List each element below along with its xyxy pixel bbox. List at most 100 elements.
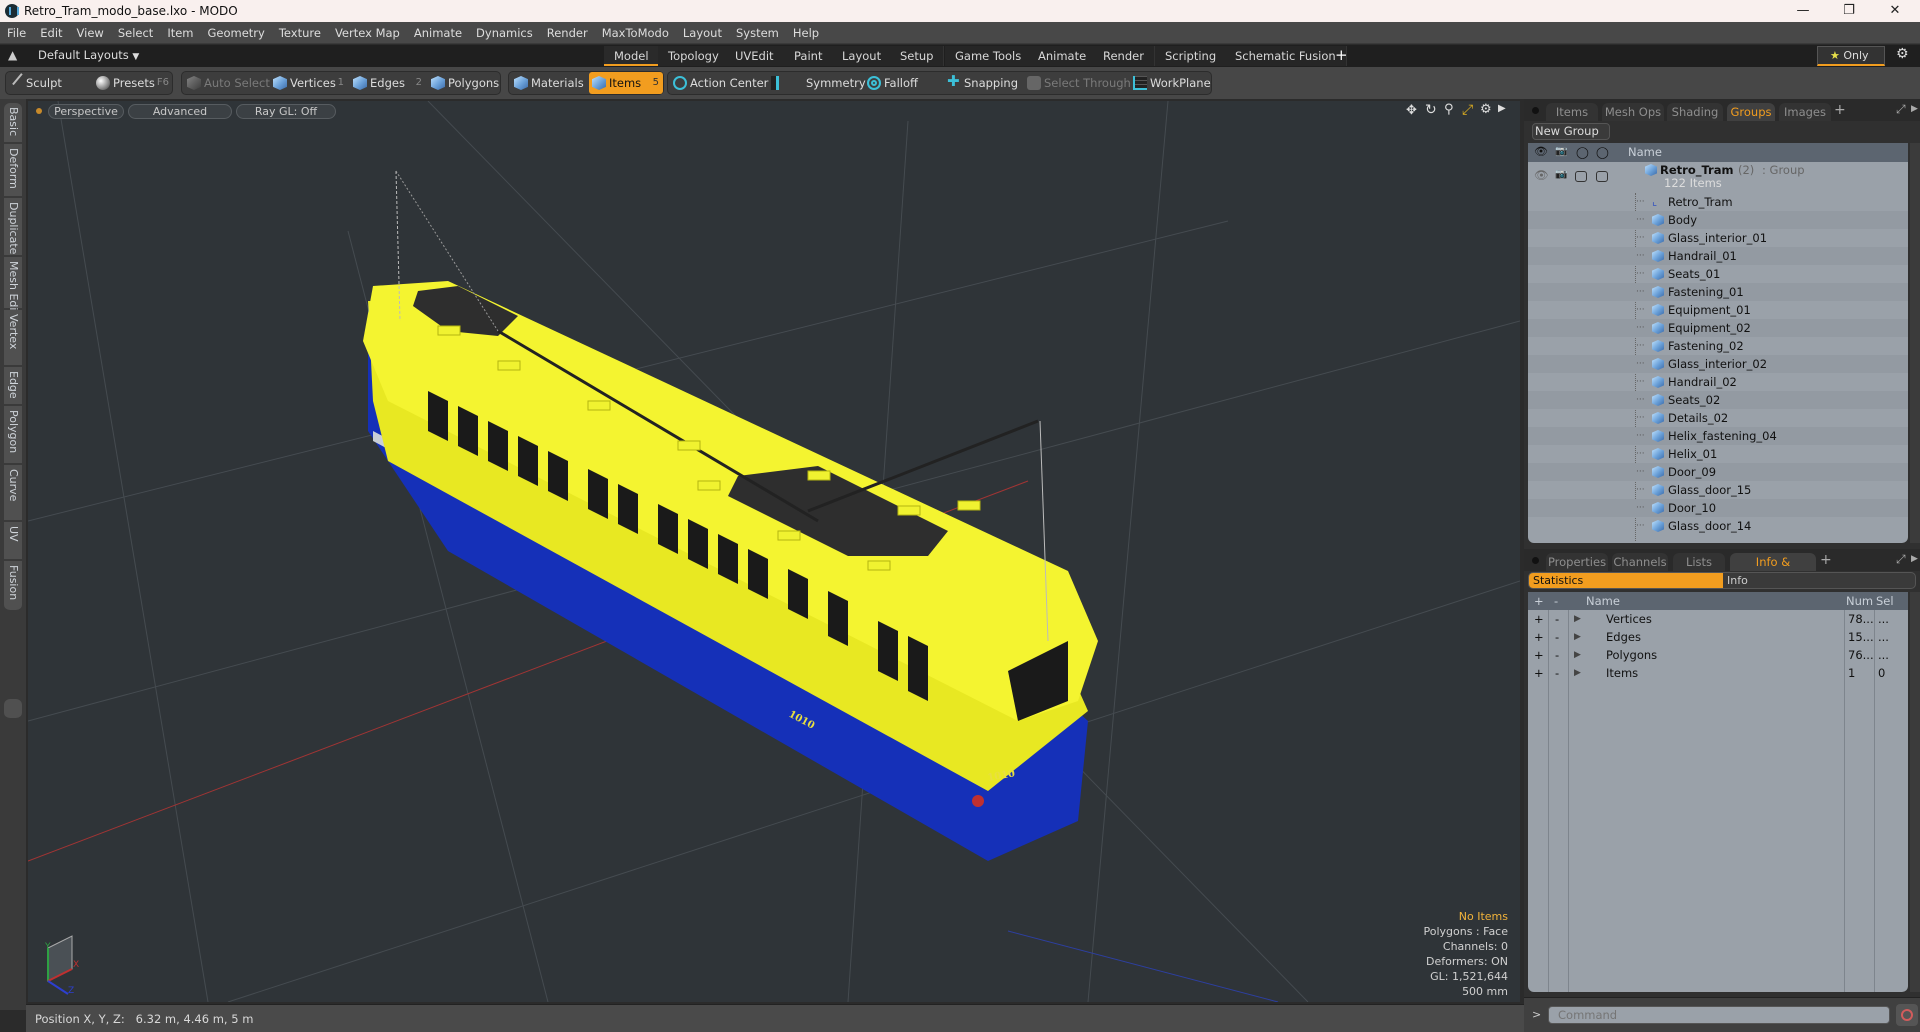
action-center-button[interactable]: Action Center [670, 72, 768, 94]
group-item-row[interactable]: ··· Seats_01 [1528, 265, 1908, 283]
subtab-statistics[interactable]: Statistics [1529, 573, 1723, 588]
tab-animate[interactable]: Animate [1028, 46, 1098, 66]
pan-icon[interactable]: ✥ [1406, 103, 1417, 118]
group-item-row[interactable]: ··· Door_09 [1528, 463, 1908, 481]
panel-arrow-icon[interactable]: ▶ [1911, 104, 1918, 114]
new-group-button[interactable]: New Group [1532, 123, 1610, 140]
group-item-row[interactable]: ··· Equipment_01 [1528, 301, 1908, 319]
minimize-button[interactable]: — [1780, 0, 1826, 22]
group-item-row[interactable]: ··· Glass_door_14 [1528, 517, 1908, 535]
expand-row-button[interactable]: + [1534, 610, 1544, 628]
shading-mode-button[interactable]: Advanced [128, 104, 232, 119]
close-button[interactable]: ✕ [1872, 0, 1918, 22]
vtab-duplicate[interactable]: Duplicate [4, 198, 22, 256]
collapse-row-button[interactable]: - [1555, 646, 1559, 664]
subtab-info[interactable]: Info [1727, 573, 1748, 588]
rotate-icon[interactable]: ↻ [1425, 102, 1437, 118]
items-button[interactable]: Items 5 [589, 72, 663, 94]
render-toggle-icon[interactable]: 📷 [1555, 166, 1567, 184]
add-panel-tab-button[interactable]: + [1820, 552, 1832, 568]
vtab-deform[interactable]: Deform [4, 144, 22, 197]
expand-arrow-icon[interactable]: ▶ [1498, 103, 1506, 114]
3d-viewport[interactable]: 1010 1010 Y X Z Perspective Advanced Ray… [28, 101, 1520, 1002]
expand-triangle-icon[interactable]: ▶ [1574, 628, 1581, 646]
layout-up-icon[interactable]: ▲ [8, 48, 17, 62]
vtab-fusion[interactable]: Fusion [4, 561, 22, 611]
group-item-row[interactable]: ··· Details_02 [1528, 409, 1908, 427]
tab-properties[interactable]: Properties [1546, 553, 1608, 571]
vtab-basic[interactable]: Basic [4, 103, 22, 143]
tab-scripting[interactable]: Scripting [1155, 46, 1228, 66]
raygl-button[interactable]: Ray GL: Off [236, 104, 336, 119]
visibility-toggle-icon[interactable]: 👁 [1534, 166, 1549, 184]
menu-vertex-map[interactable]: Vertex Map [328, 22, 407, 44]
command-input[interactable] [1548, 1006, 1890, 1024]
select-checkbox[interactable] [1596, 171, 1608, 182]
tab-layout[interactable]: Layout [832, 46, 893, 66]
stats-row[interactable]: + - Vertices 78...... ▶ [1528, 610, 1908, 628]
collapse-row-button[interactable]: - [1555, 664, 1559, 682]
menu-animate[interactable]: Animate [407, 22, 469, 44]
viewport-gear-icon[interactable]: ⚙ [1480, 102, 1492, 117]
vtab-edge[interactable]: Edge [4, 367, 22, 405]
group-item-row[interactable]: ··· Glass_door_15 [1528, 481, 1908, 499]
tab-info-statistics[interactable]: Info & Statistics [1730, 553, 1816, 587]
select-through-button[interactable]: Select Through [1024, 72, 1131, 94]
tab-channels[interactable]: Channels [1612, 553, 1668, 571]
tab-items[interactable]: Items [1546, 103, 1598, 121]
expand-row-button[interactable]: + [1534, 664, 1544, 682]
polygons-button[interactable]: Polygons [428, 72, 500, 94]
presets-button[interactable]: Presets F6 [93, 72, 173, 94]
tab-lists[interactable]: Lists [1673, 553, 1725, 571]
lock-checkbox[interactable] [1575, 171, 1587, 182]
vtab-mesh-edit[interactable]: Mesh Edit [4, 257, 22, 315]
edges-button[interactable]: Edges 2 [350, 72, 426, 94]
default-layouts-dropdown[interactable]: Default Layouts ▼ [38, 48, 139, 62]
vtab-uv[interactable]: UV [4, 522, 22, 560]
tab-game-tools[interactable]: Game Tools [945, 46, 1033, 66]
expand-row-button[interactable]: + [1534, 646, 1544, 664]
add-panel-tab-button[interactable]: + [1834, 102, 1846, 118]
group-row-retro-tram[interactable]: 👁 📷 Retro_Tram (2) : Group 122 Items [1528, 162, 1908, 192]
expand-triangle-icon[interactable]: ▶ [1574, 664, 1581, 682]
tab-render[interactable]: Render [1093, 46, 1155, 66]
vtab-polygon[interactable]: Polygon [4, 406, 22, 464]
menu-help[interactable]: Help [786, 22, 826, 44]
tab-uvedit[interactable]: UVEdit [725, 46, 785, 66]
tab-model[interactable]: Model [604, 46, 660, 66]
collapse-row-button[interactable]: - [1555, 628, 1559, 646]
stats-scrollbar[interactable] [1910, 592, 1920, 992]
tab-images[interactable]: Images [1779, 103, 1831, 121]
viewport-options-icon[interactable] [36, 108, 42, 114]
zoom-icon[interactable]: ⚲ [1444, 102, 1454, 117]
panel-menu-icon[interactable] [1532, 557, 1539, 564]
expand-all-header[interactable]: + [1534, 592, 1544, 610]
menu-file[interactable]: File [0, 22, 33, 44]
group-item-row[interactable]: ··· Glass_interior_02 [1528, 355, 1908, 373]
group-item-row[interactable]: ··· Glass_interior_01 [1528, 229, 1908, 247]
group-item-row[interactable]: ··· Equipment_02 [1528, 319, 1908, 337]
collapse-all-header[interactable]: - [1554, 592, 1558, 610]
menu-edit[interactable]: Edit [33, 22, 69, 44]
panel-arrow-icon[interactable]: ▶ [1911, 554, 1918, 564]
stats-row[interactable]: + - Polygons 76...... ▶ [1528, 646, 1908, 664]
menu-texture[interactable]: Texture [272, 22, 328, 44]
fit-view-icon[interactable]: ⤢ [1462, 102, 1473, 118]
panel-menu-icon[interactable] [1532, 107, 1539, 114]
expand-row-button[interactable]: + [1534, 628, 1544, 646]
group-item-row[interactable]: ··· ⌞ Retro_Tram [1528, 193, 1908, 211]
view-type-button[interactable]: Perspective [48, 104, 124, 119]
tab-groups[interactable]: Groups [1727, 103, 1775, 121]
auto-select-button[interactable]: Auto Select [184, 72, 270, 94]
sidebar-toggle[interactable] [4, 699, 22, 719]
vtab-curve[interactable]: Curve [4, 465, 22, 521]
menu-item[interactable]: Item [160, 22, 200, 44]
workplane-button[interactable]: WorkPlane [1130, 72, 1211, 94]
group-item-row[interactable]: ··· Handrail_01 [1528, 247, 1908, 265]
group-item-row[interactable]: ··· Helix_01 [1528, 445, 1908, 463]
only-toggle[interactable]: ★ Only [1817, 46, 1885, 66]
group-item-row[interactable]: ··· Seats_02 [1528, 391, 1908, 409]
materials-button[interactable]: Materials [511, 72, 585, 94]
tab-paint[interactable]: Paint [784, 46, 834, 66]
expand-triangle-icon[interactable]: ▶ [1574, 646, 1581, 664]
